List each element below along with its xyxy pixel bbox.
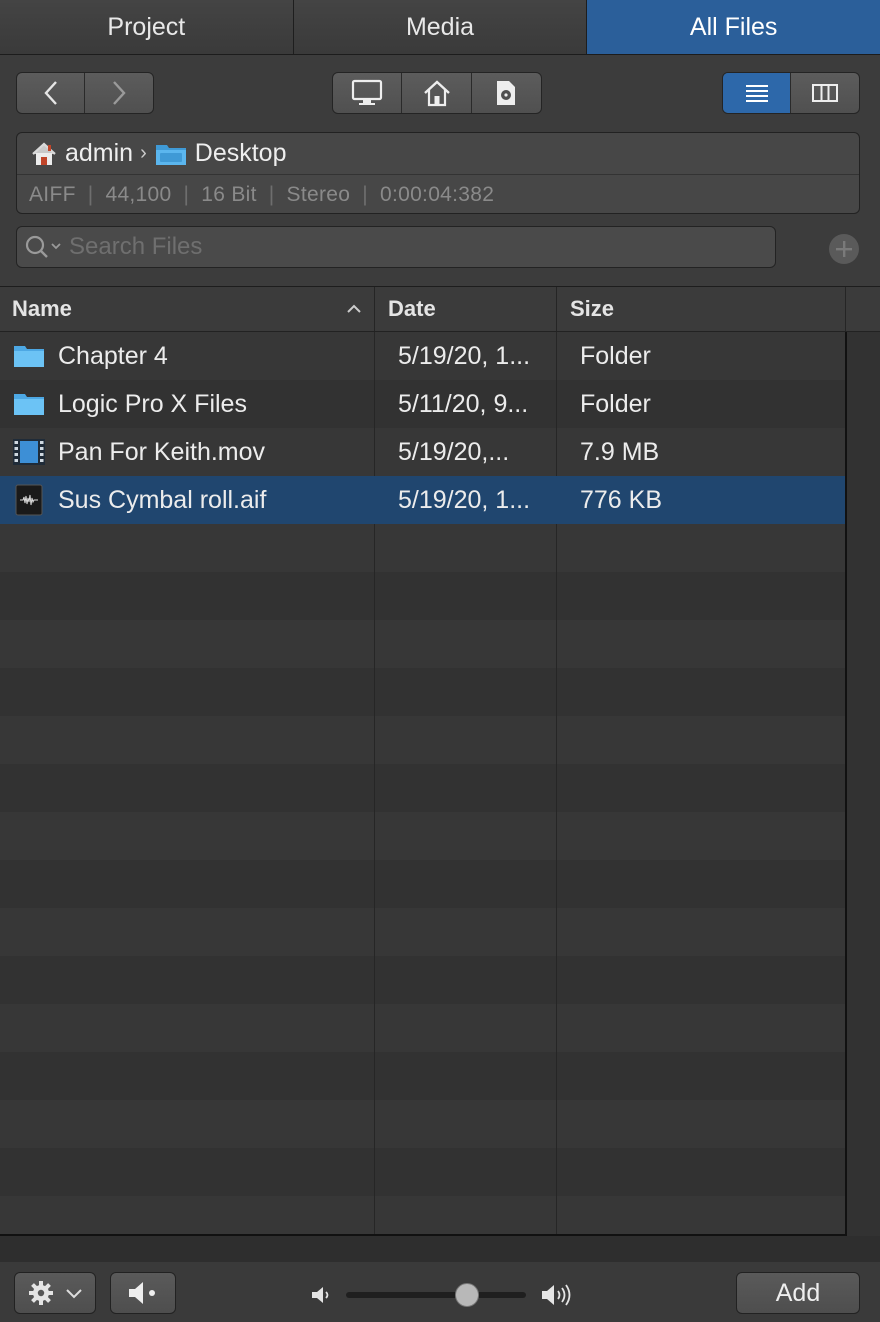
file-name: Chapter 4	[58, 341, 168, 370]
bit-depth: 16 Bit	[201, 183, 257, 206]
file-date: 5/19/20, 1...	[398, 485, 531, 514]
column-header-date-label: Date	[388, 296, 436, 321]
plus-icon	[836, 241, 852, 257]
tab-project[interactable]: Project	[0, 0, 294, 54]
file-name: Pan For Keith.mov	[58, 437, 266, 466]
table-row-selected[interactable]: Sus Cymbal roll.aif 5/19/20, 1... 776 KB	[0, 476, 845, 524]
file-list-header: Name Date Size	[0, 287, 880, 332]
file-size: 776 KB	[580, 485, 663, 514]
file-size: 7.9 MB	[580, 437, 660, 466]
breadcrumb-user[interactable]: admin	[65, 139, 133, 168]
folder-icon	[12, 343, 46, 369]
browser-footer: Add	[0, 1262, 880, 1322]
browser-tab-bar: Project Media All Files	[0, 0, 880, 55]
file-name: Logic Pro X Files	[58, 389, 247, 418]
file-date: 5/11/20, 9...	[398, 389, 529, 418]
forward-button[interactable]	[85, 73, 153, 113]
project-folder-button[interactable]	[472, 73, 541, 113]
search-field	[16, 226, 776, 268]
column-header-date[interactable]: Date	[375, 287, 557, 331]
chevron-left-icon	[43, 81, 57, 105]
path-info-panel: admin › Desktop AIFF | 44,100 | 16 Bit |…	[16, 132, 860, 214]
tab-all-files[interactable]: All Files	[587, 0, 880, 54]
column-header-size-label: Size	[570, 296, 615, 321]
file-date: 5/19/20,...	[398, 437, 510, 466]
list-view-icon	[745, 85, 768, 102]
file-name: Sus Cymbal roll.aif	[58, 485, 267, 514]
file-date: 5/19/20, 1...	[398, 341, 531, 370]
view-mode-buttons	[722, 72, 860, 114]
breadcrumb-separator-icon: ›	[140, 142, 147, 164]
column-view-icon	[812, 84, 838, 102]
channels: Stereo	[286, 183, 351, 206]
table-row[interactable]: Pan For Keith.mov 5/19/20,... 7.9 MB	[0, 428, 845, 476]
location-buttons	[332, 72, 542, 114]
gear-icon	[29, 1281, 53, 1305]
chevron-down-icon	[66, 1289, 82, 1299]
duration: 0:00:04:382	[379, 183, 495, 206]
file-format: AIFF	[29, 183, 76, 206]
list-view-button[interactable]	[723, 73, 791, 113]
file-info-row: AIFF | 44,100 | 16 Bit | Stereo | 0:00:0…	[29, 183, 495, 206]
volume-high-icon	[540, 1282, 576, 1313]
add-button[interactable]: Add	[736, 1272, 860, 1314]
back-button[interactable]	[17, 73, 85, 113]
volume-slider-knob[interactable]	[454, 1283, 479, 1307]
tab-media[interactable]: Media	[293, 0, 588, 54]
movie-file-icon	[12, 438, 46, 466]
breadcrumb-folder[interactable]: Desktop	[195, 139, 287, 168]
table-row[interactable]: Logic Pro X Files 5/11/20, 9... Folder	[0, 380, 845, 428]
search-icon[interactable]	[23, 233, 63, 261]
audio-file-icon	[12, 484, 46, 516]
action-menu-button[interactable]	[14, 1272, 96, 1314]
speaker-icon	[129, 1282, 155, 1304]
table-row[interactable]: Chapter 4 5/19/20, 1... Folder	[0, 332, 845, 380]
sort-ascending-icon	[347, 304, 361, 313]
file-size: Folder	[580, 341, 651, 370]
column-header-size[interactable]: Size	[557, 287, 846, 331]
column-header-name-label: Name	[12, 296, 72, 321]
file-list: Name Date Size Chapter 4 5/19/20, 1... F…	[0, 286, 880, 1236]
volume-slider[interactable]	[346, 1283, 526, 1307]
navigation-buttons	[16, 72, 154, 114]
preview-button[interactable]	[110, 1272, 176, 1314]
volume-low-icon	[310, 1284, 334, 1311]
all-files-browser: Project Media All Files admin › Desktop …	[0, 0, 880, 1322]
document-icon	[497, 81, 516, 105]
file-size: Folder	[580, 389, 651, 418]
folder-icon	[155, 142, 187, 166]
add-search-filter-button[interactable]	[829, 234, 859, 264]
folder-icon	[12, 391, 46, 417]
column-view-button[interactable]	[791, 73, 859, 113]
browser-toolbar: admin › Desktop AIFF | 44,100 | 16 Bit |…	[0, 55, 880, 286]
home-icon	[423, 80, 450, 107]
home-button[interactable]	[402, 73, 472, 113]
file-list-body: Chapter 4 5/19/20, 1... Folder Logic Pro…	[0, 332, 847, 1236]
chevron-right-icon	[113, 81, 126, 105]
sample-rate: 44,100	[105, 183, 172, 206]
column-header-name[interactable]: Name	[0, 287, 375, 331]
home-icon	[31, 141, 57, 167]
computer-icon	[352, 79, 383, 105]
computer-button[interactable]	[333, 73, 403, 113]
breadcrumb: admin › Desktop	[17, 133, 859, 175]
search-input[interactable]	[69, 233, 775, 261]
